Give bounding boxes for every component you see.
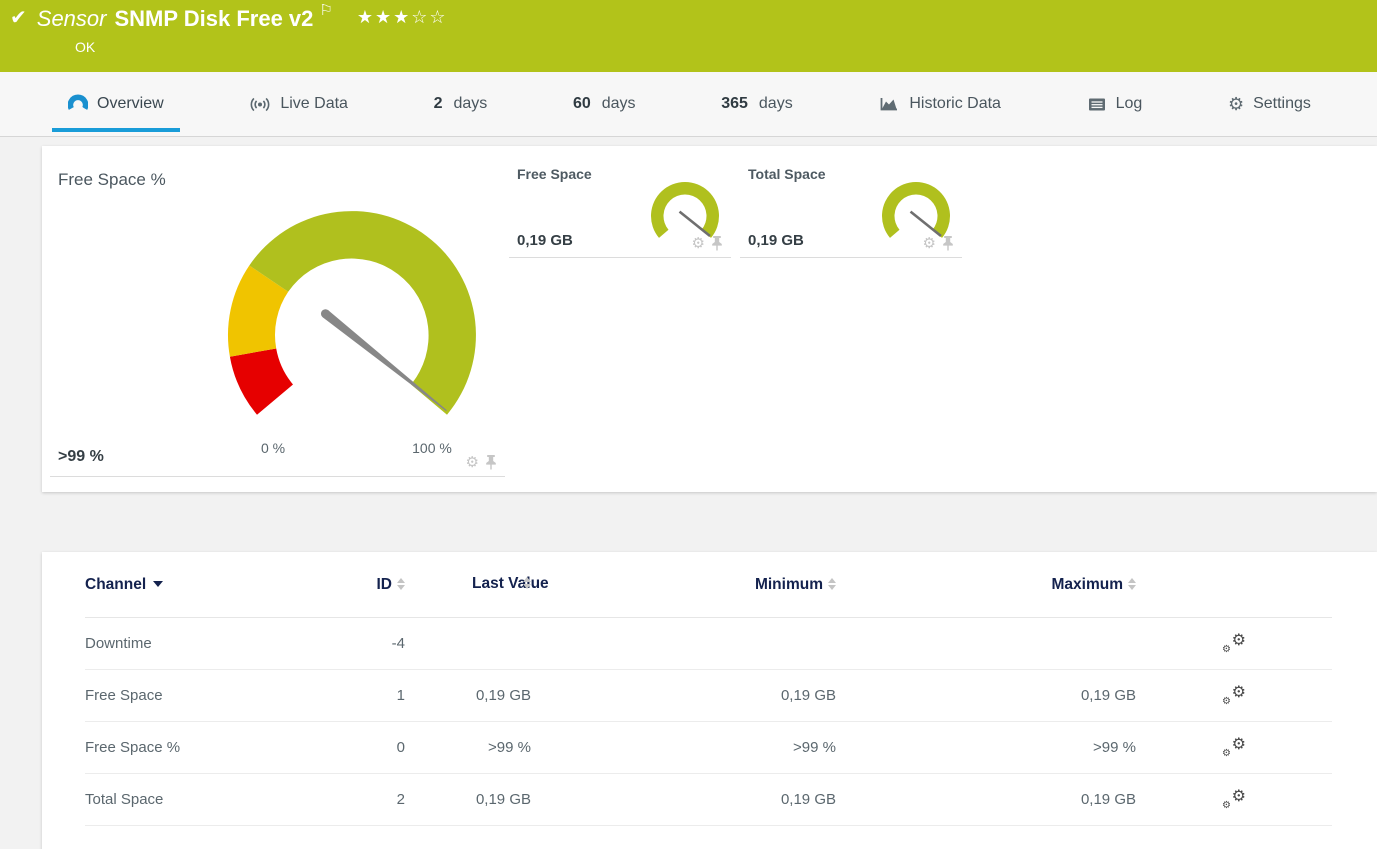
channel-minimum: >99 %: [793, 739, 836, 756]
tab-label: days: [758, 95, 793, 112]
tab-label: days: [601, 95, 636, 112]
tab-label: Historic Data: [909, 95, 1001, 112]
flag-icon[interactable]: ⚐: [319, 3, 332, 18]
tab-day-count: 2: [433, 95, 443, 112]
gauge-tile-free-space-pct: Free Space % 0 % 100 % >99 % ⚙: [50, 146, 505, 477]
channel-settings-gears-icon[interactable]: ⚙ ⚙: [1222, 632, 1246, 655]
tab-settings[interactable]: ⚙ Settings: [1222, 72, 1317, 136]
table-row-free-space: Free Space 1 0,19 GB 0,19 GB 0,19 GB ⚙ ⚙: [85, 670, 1332, 722]
table-row-total-space: Total Space 2 0,19 GB 0,19 GB 0,19 GB ⚙ ⚙: [85, 774, 1332, 826]
tab-log[interactable]: Log: [1081, 72, 1149, 136]
gauge-value: 0,19 GB: [517, 232, 573, 249]
tab-label: Settings: [1253, 95, 1311, 112]
tab-label: days: [453, 95, 488, 112]
tab-day-count: 60: [572, 95, 591, 112]
free-space-percent-gauge: [227, 211, 476, 415]
tab-60-days[interactable]: 60 days: [567, 72, 642, 136]
channel-id: 2: [396, 791, 405, 808]
channel-maximum: >99 %: [1093, 739, 1136, 756]
channels-panel: Channel ID Last Value Minimum Maximum Do…: [42, 552, 1377, 849]
channel-name: Free Space %: [85, 739, 181, 756]
channel-name: Downtime: [85, 635, 152, 652]
channel-settings-gear-icon[interactable]: ⚙: [923, 236, 936, 251]
gauge-title: Free Space: [517, 166, 592, 182]
column-header-last-value[interactable]: Last Value: [405, 575, 549, 593]
channel-last-value: >99 %: [488, 739, 531, 756]
channel-last-value: 0,19 GB: [475, 687, 531, 704]
channel-id: 0: [396, 739, 405, 756]
channel-minimum: 0,19 GB: [780, 687, 836, 704]
tab-live-data[interactable]: Live Data: [243, 72, 354, 136]
tab-day-count: 365: [721, 95, 748, 112]
sort-arrows-icon: [1128, 578, 1136, 591]
tab-2-days[interactable]: 2 days: [428, 72, 494, 136]
gauge-value: 0,19 GB: [748, 232, 804, 249]
channel-settings-gear-icon[interactable]: ⚙: [466, 455, 479, 470]
pin-icon[interactable]: [942, 235, 954, 251]
sort-arrows-icon: [397, 578, 405, 591]
channel-settings-gears-icon[interactable]: ⚙ ⚙: [1222, 684, 1246, 707]
column-header-id[interactable]: ID: [335, 576, 405, 594]
column-header-channel[interactable]: Channel: [85, 576, 335, 594]
tab-bar: Overview Live Data 2 days 60 days 365 da…: [0, 72, 1377, 137]
channel-id: 1: [396, 687, 405, 704]
gauge-tile-total-space: Total Space 0,19 GB ⚙: [740, 146, 962, 258]
gauges-panel: Free Space % 0 % 100 % >99 % ⚙ Free Spac…: [42, 146, 1377, 492]
channel-name: Total Space: [85, 791, 164, 808]
gauge-tile-free-space: Free Space 0,19 GB ⚙: [509, 146, 731, 258]
channel-settings-gears-icon[interactable]: ⚙ ⚙: [1222, 736, 1246, 759]
pin-icon[interactable]: [711, 235, 723, 251]
object-kind-label: Sensor: [36, 6, 107, 31]
histogram-icon: [880, 98, 898, 111]
channel-maximum: 0,19 GB: [1080, 687, 1136, 704]
page-title: SNMP Disk Free v2: [114, 6, 314, 31]
table-row-downtime: Downtime -4 ⚙ ⚙: [85, 618, 1332, 670]
channel-settings-gears-icon[interactable]: ⚙ ⚙: [1222, 788, 1246, 811]
gauge-min-label: 0 %: [260, 440, 286, 456]
tab-overview[interactable]: Overview: [52, 72, 180, 136]
tab-historic-data[interactable]: Historic Data: [872, 72, 1007, 136]
table-row-free-space-pct: Free Space % 0 >99 % >99 % >99 % ⚙ ⚙: [85, 722, 1332, 774]
log-icon: [1088, 98, 1105, 111]
channel-id: -4: [391, 635, 405, 652]
channel-table-header: Channel ID Last Value Minimum Maximum: [85, 552, 1332, 618]
channel-last-value: 0,19 GB: [475, 791, 531, 808]
gauge-max-label: 100 %: [412, 440, 452, 456]
tab-365-days[interactable]: 365 days: [715, 72, 799, 136]
channel-table: Channel ID Last Value Minimum Maximum Do…: [42, 552, 1377, 826]
sensor-header: ✔ Sensor SNMP Disk Free v2 ⚐ ★★★☆☆ OK: [0, 0, 1377, 72]
channel-maximum: 0,19 GB: [1080, 791, 1136, 808]
sort-arrows-icon: [828, 578, 836, 591]
status-badge: OK: [75, 39, 96, 55]
pin-icon[interactable]: [485, 454, 497, 470]
gauge-icon: [68, 94, 88, 110]
gauge-title: Total Space: [748, 166, 826, 182]
rating-stars[interactable]: ★★★☆☆: [357, 6, 448, 28]
sort-caret-icon: [153, 581, 164, 588]
tab-label: Log: [1115, 95, 1143, 112]
status-ok-check-icon: ✔: [10, 7, 27, 29]
live-data-icon: [250, 97, 270, 112]
tab-label: Overview: [97, 95, 164, 112]
gauge-value: >99 %: [58, 448, 104, 465]
channel-name: Free Space: [85, 687, 163, 704]
channel-minimum: 0,19 GB: [780, 791, 836, 808]
column-header-maximum[interactable]: Maximum: [836, 576, 1136, 594]
tab-label: Live Data: [280, 95, 348, 112]
sort-arrows-icon: [523, 576, 531, 589]
column-header-minimum[interactable]: Minimum: [531, 576, 836, 594]
gear-icon: ⚙: [1227, 94, 1245, 114]
channel-settings-gear-icon[interactable]: ⚙: [692, 236, 705, 251]
